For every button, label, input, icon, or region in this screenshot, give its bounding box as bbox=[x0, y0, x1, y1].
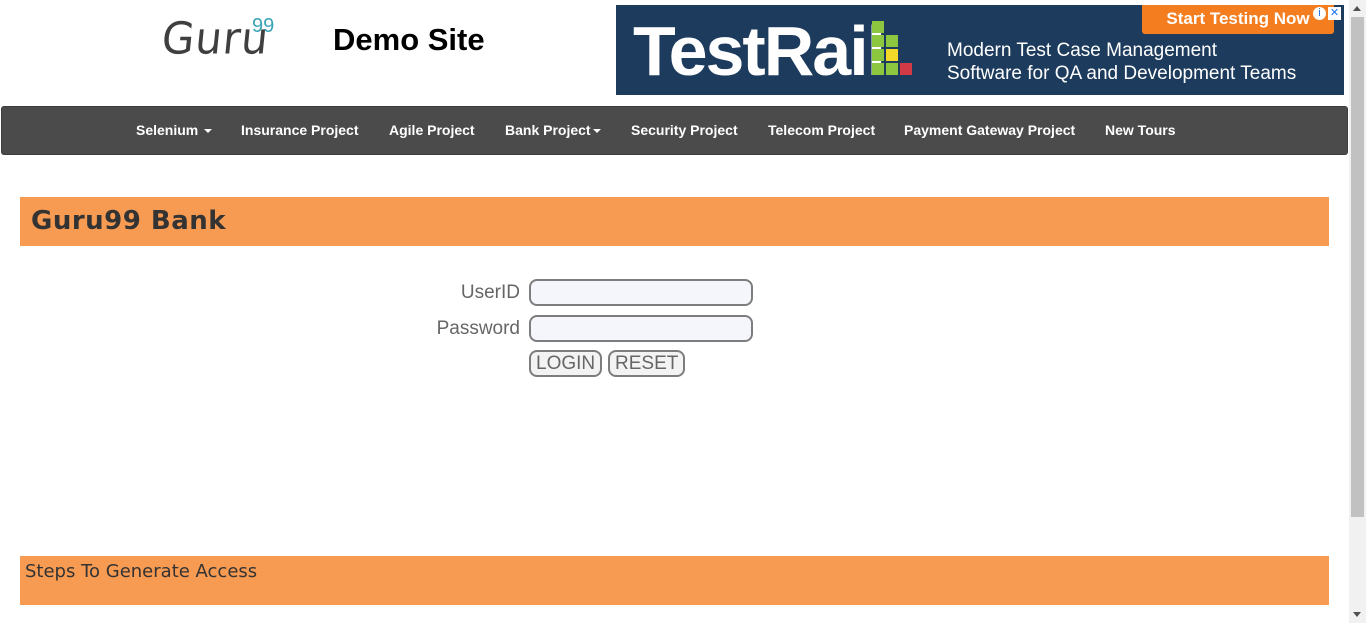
chevron-down-icon bbox=[204, 129, 213, 134]
nav-item-label: Security Project bbox=[631, 122, 738, 138]
main-navbar: Selenium Insurance Project Agile Project… bbox=[1, 106, 1348, 155]
login-button[interactable]: LOGIN bbox=[529, 350, 603, 377]
steps-bar: Steps To Generate Access bbox=[20, 556, 1329, 605]
userid-label: UserID bbox=[460, 282, 520, 303]
ad-banner[interactable]: TestRail Modern Test Case Management Sof… bbox=[616, 5, 1344, 95]
steps-title: Steps To Generate Access bbox=[25, 561, 258, 582]
nav-item-new-tours[interactable]: New Tours bbox=[1105, 122, 1176, 138]
nav-item-label: Telecom Project bbox=[768, 122, 876, 138]
password-label: Password bbox=[436, 318, 520, 339]
bank-header-bar: Guru99 Bank bbox=[20, 197, 1329, 246]
page-title: Guru99 Bank bbox=[31, 206, 227, 236]
nav-item-label: Agile Project bbox=[389, 122, 475, 138]
ad-tagline: Modern Test Case Management Software for… bbox=[947, 39, 1296, 85]
nav-item-security-project[interactable]: Security Project bbox=[631, 122, 738, 138]
nav-item-agile-project[interactable]: Agile Project bbox=[389, 122, 475, 138]
nav-item-label: New Tours bbox=[1105, 122, 1176, 138]
nav-item-label: Bank Project bbox=[505, 122, 591, 138]
nav-item-payment-gateway-project[interactable]: Payment Gateway Project bbox=[904, 122, 1075, 138]
scroll-up-icon[interactable] bbox=[1353, 6, 1361, 11]
userid-input[interactable] bbox=[529, 279, 753, 306]
close-icon[interactable]: ✕ bbox=[1328, 7, 1341, 20]
nav-item-label: Payment Gateway Project bbox=[904, 122, 1076, 138]
ad-tagline-line2: Software for QA and Development Teams bbox=[947, 63, 1297, 84]
start-testing-button[interactable]: Start Testing Now bbox=[1142, 5, 1334, 34]
nav-item-selenium[interactable]: Selenium bbox=[136, 122, 213, 138]
logo-superscript: 99 bbox=[252, 15, 275, 37]
nav-item-telecom-project[interactable]: Telecom Project bbox=[768, 122, 875, 138]
nav-item-insurance-project[interactable]: Insurance Project bbox=[241, 122, 359, 138]
nav-item-label: Insurance Project bbox=[241, 122, 359, 138]
vertical-scrollbar[interactable] bbox=[1349, 0, 1366, 623]
nav-item-bank-project[interactable]: Bank Project bbox=[505, 122, 601, 138]
site-title: Demo Site bbox=[333, 22, 485, 57]
reset-button[interactable]: RESET bbox=[608, 350, 686, 377]
nav-item-label: Selenium bbox=[136, 122, 199, 138]
chevron-down-icon bbox=[592, 129, 601, 134]
ad-tagline-line1: Modern Test Case Management bbox=[947, 40, 1218, 61]
ad-brand: TestRail bbox=[633, 12, 886, 90]
scroll-down-icon[interactable] bbox=[1353, 612, 1361, 617]
password-input[interactable] bbox=[529, 315, 753, 342]
info-icon[interactable]: i bbox=[1313, 7, 1326, 20]
scrollbar-thumb[interactable] bbox=[1351, 17, 1364, 517]
